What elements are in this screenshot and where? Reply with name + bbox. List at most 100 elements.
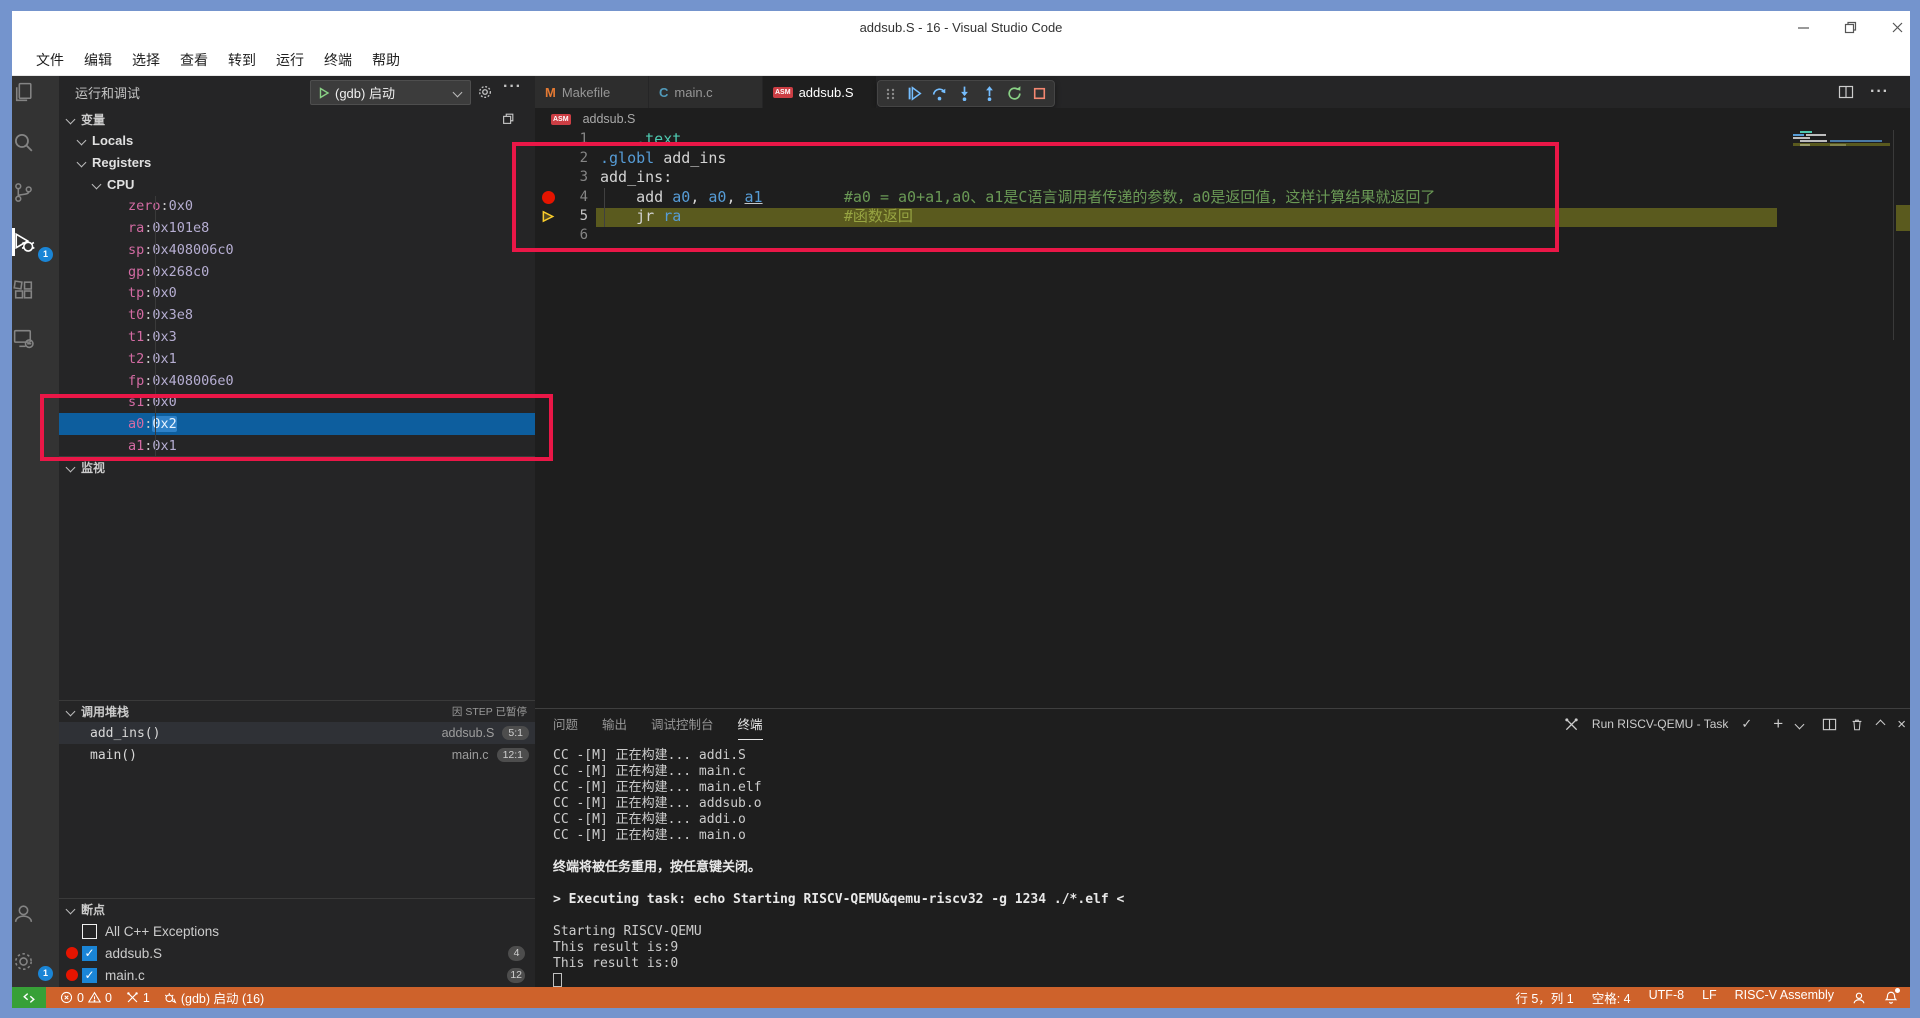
menu-item[interactable]: 帮助 [362,46,410,74]
code-line[interactable]: 2 .globl add_ins [535,149,1785,168]
split-editor-icon[interactable] [1838,84,1854,100]
register-row[interactable]: a1: 0x1 [59,435,535,457]
gutter[interactable] [535,130,562,149]
gutter[interactable] [535,149,562,168]
code-line[interactable]: 3 add_ins: [535,168,1785,187]
register-row[interactable]: zero: 0x0 [59,195,535,217]
menu-item[interactable]: 转到 [218,46,266,74]
split-terminal-icon[interactable] [1822,717,1837,732]
status-item[interactable]: 行 5，列 1 [1515,988,1573,1007]
more-editor-actions-icon[interactable]: ··· [1870,84,1889,100]
stop-icon[interactable] [1031,85,1048,102]
close-panel-icon[interactable]: × [1897,716,1906,733]
drag-grip-icon[interactable] [884,86,898,102]
minimize-icon[interactable] [1790,18,1816,36]
current-line-gutter[interactable] [535,207,562,226]
gutter[interactable] [535,168,562,187]
breakpoints-header[interactable]: 断点 [59,898,535,920]
code-editor[interactable]: 1 .text 2 .globl add_ins 3 add_ins: 4 add a0,… [535,130,1785,245]
register-row[interactable]: a0: 0x2 [59,413,535,436]
minimap[interactable] [1785,130,1893,190]
feedback-icon[interactable] [1852,991,1866,1005]
watch-header[interactable]: 监视 [59,456,535,478]
panel-tab-调试控制台[interactable]: 调试控制台 [651,708,714,740]
breakpoint-row[interactable]: All C++ Exceptions [59,920,535,942]
register-row[interactable]: ra: 0x101e8 [59,217,535,239]
stack-frame-row[interactable]: add_ins() addsub.S 5:1 [59,722,535,744]
remote-explorer-icon[interactable] [11,326,36,351]
status-item[interactable]: RISC-V Assembly [1735,988,1834,1007]
kill-terminal-icon[interactable] [1850,717,1864,732]
code-line[interactable]: 5 jr ra #函数返回 [535,207,1785,226]
register-row[interactable]: tp: 0x0 [59,283,535,305]
register-row[interactable]: s1: 0x0 [59,392,535,414]
breadcrumb[interactable]: ASM addsub.S [535,108,1785,130]
menu-item[interactable]: 终端 [314,46,362,74]
register-group-row[interactable]: CPU [59,174,535,196]
copy-icon[interactable] [501,112,515,126]
new-terminal-icon[interactable]: + [1773,714,1783,734]
editor-tab-addsub.S[interactable]: ASM addsub.S [763,76,877,108]
extensions-icon[interactable] [11,278,36,303]
bell-icon[interactable] [1884,988,1900,1005]
close-icon[interactable] [1884,18,1910,36]
status-item[interactable]: UTF-8 [1649,988,1684,1007]
run-debug-icon[interactable] [11,230,36,255]
settings-gear-icon[interactable] [11,949,36,974]
step-into-icon[interactable] [956,85,973,102]
gear-icon[interactable] [477,84,493,100]
stack-frame-row[interactable]: main() main.c 12:1 [59,744,535,766]
register-row[interactable]: fp: 0x408006e0 [59,370,535,392]
menu-item[interactable]: 编辑 [74,46,122,74]
terminal-dropdown-icon[interactable] [1794,719,1805,729]
menu-item[interactable]: 查看 [170,46,218,74]
terminal-output[interactable]: CC -[M] 正在构建... addi.S CC -[M] 正在构建... ma… [553,748,1124,987]
terminal-cursor[interactable] [553,973,562,987]
step-out-icon[interactable] [981,85,998,102]
running-tasks-status[interactable]: 1 [126,991,150,1005]
debug-session-status[interactable]: (gdb) 启动 (16) [164,988,264,1007]
breakpoint-checkbox[interactable]: ✓ [82,967,97,983]
register-row[interactable]: t2: 0x1 [59,348,535,370]
editor-tab-Makefile[interactable]: M Makefile [535,76,649,108]
breakpoint-gutter[interactable] [535,188,562,207]
status-item[interactable]: LF [1702,988,1717,1007]
status-item[interactable]: 空格: 4 [1592,988,1631,1007]
panel-tab-问题[interactable]: 问题 [553,708,578,740]
call-stack-header[interactable]: 调用堆栈 因 STEP 已暂停 [59,700,535,722]
gutter[interactable] [535,226,562,245]
launch-config-select[interactable]: (gdb) 启动 [310,80,471,105]
scope-row[interactable]: Registers [59,152,535,174]
breakpoint-checkbox[interactable]: ✓ [82,945,97,961]
menu-item[interactable]: 文件 [26,46,74,74]
register-row[interactable]: sp: 0x408006c0 [59,239,535,261]
restore-icon[interactable] [1837,18,1863,36]
continue-icon[interactable] [906,85,923,102]
account-icon[interactable] [11,901,36,926]
menu-item[interactable]: 选择 [122,46,170,74]
problems-status[interactable]: 0 0 [60,991,112,1005]
search-icon[interactable] [11,130,36,155]
step-over-icon[interactable] [931,85,948,102]
breakpoint-checkbox[interactable] [82,923,97,939]
panel-tab-输出[interactable]: 输出 [602,708,627,740]
more-actions-icon[interactable]: ··· [503,78,522,96]
menu-item[interactable]: 运行 [266,46,314,74]
register-row[interactable]: gp: 0x268c0 [59,261,535,283]
code-line[interactable]: 6 [535,226,1785,245]
register-row[interactable]: t0: 0x3e8 [59,304,535,326]
explorer-icon[interactable] [11,80,36,105]
scope-row[interactable]: Locals [59,130,535,152]
breakpoint-row[interactable]: ✓ addsub.S 4 [59,942,535,964]
source-control-icon[interactable] [11,180,36,205]
register-row[interactable]: t1: 0x3 [59,326,535,348]
breakpoint-row[interactable]: ✓ main.c 12 [59,964,535,986]
panel-tab-终端[interactable]: 终端 [737,708,763,740]
code-line[interactable]: 1 .text [535,130,1785,149]
variables-header[interactable]: 变量 [59,108,535,130]
remote-indicator[interactable] [12,987,46,1008]
maximize-panel-icon[interactable] [1875,719,1886,729]
restart-icon[interactable] [1006,85,1023,102]
terminal-task-label[interactable]: Run RISCV-QEMU - Task [1592,717,1728,731]
code-line[interactable]: 4 add a0, a0, a1 #a0 = a0+a1,a0、a1是C语言调用… [535,188,1785,207]
